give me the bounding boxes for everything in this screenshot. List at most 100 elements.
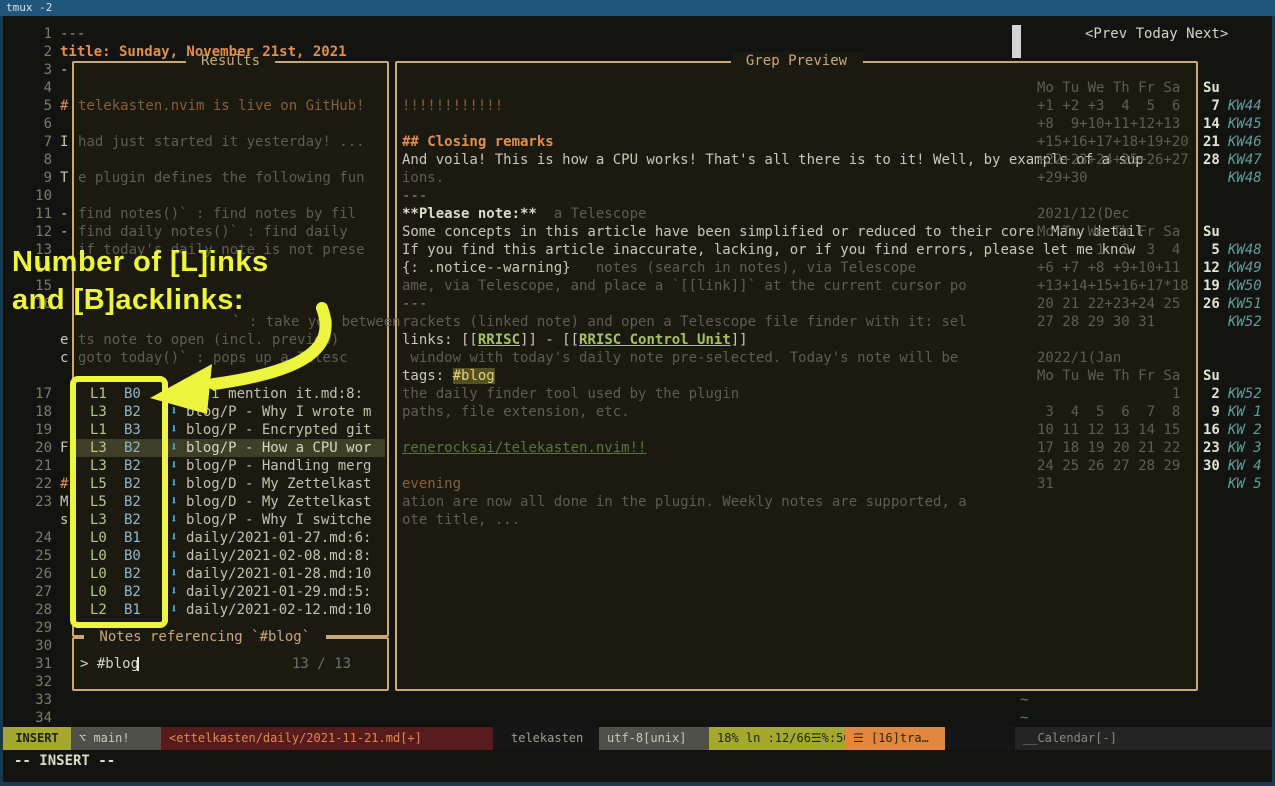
calendar-sunday[interactable]: 9 [1203, 403, 1220, 421]
result-text: blog/D - My Zettelkast [186, 493, 371, 511]
preview-line: paths, file extension, etc. [402, 403, 630, 421]
markdown-icon: ⬇ [170, 529, 178, 547]
empty-line-tilde: ~ [1020, 691, 1028, 709]
preview-line: **Please note:** a Telescope [402, 205, 646, 223]
buffer-margin-char: c [60, 349, 68, 367]
preview-segment: notes (search in notes), via Telescope [571, 260, 917, 276]
calendar-sunday[interactable]: 30 [1203, 457, 1220, 475]
preview-segment: a Telescope [537, 206, 647, 222]
calendar-sunday[interactable]: 16 [1203, 421, 1220, 439]
result-text: blog/P - How a CPU wor [186, 439, 371, 457]
markdown-icon: ⬇ [170, 583, 178, 601]
calendar-days[interactable]: 3 4 5 6 7 8 [1037, 403, 1180, 421]
preview-segment: And voila! This is how a CPU works! That… [402, 152, 1144, 168]
calendar-week-label: KW 3 [1228, 439, 1262, 457]
result-text: do i mention it.md:8: [186, 385, 363, 403]
git-branch-segment: ⌥ main! [71, 727, 161, 750]
line-number: 33 [20, 691, 52, 709]
line-number: 5 [20, 97, 52, 115]
preview-segment: ## Closing remarks [402, 134, 554, 150]
preview-segment: rackets (linked note) and open a Telesco… [402, 314, 967, 330]
calendar-week-label: KW 2 [1228, 421, 1262, 439]
preview-segment: !!!!!!!!!!!! [402, 98, 503, 114]
calendar-week-label: KW 5 [1228, 475, 1262, 493]
line-number: 4 [20, 79, 52, 97]
calendar-days[interactable]: 24 25 26 27 28 29 [1037, 457, 1180, 475]
calendar-window-status: __Calendar[-] [1015, 727, 1272, 750]
prompt-input[interactable]: > #blog [80, 655, 139, 673]
buffer-margin-char: e [60, 331, 68, 349]
calendar-days[interactable]: +29+30 [1037, 169, 1088, 187]
buffer-margin-char: - [60, 223, 68, 241]
calendar-days[interactable]: 20 21 22+23+24 25 [1037, 295, 1180, 313]
preview-line: links: [[RRISC]] - [[RRISC Control Unit]… [402, 331, 748, 349]
calendar-sunday[interactable]: 21 [1203, 133, 1220, 151]
calendar-sunday[interactable]: 5 [1203, 241, 1220, 259]
preview-segment: RRISC Control Unit [579, 332, 731, 348]
calendar-sunday[interactable]: 2 [1203, 385, 1220, 403]
preview-segment: ]] [731, 332, 748, 348]
line-number: 25 [20, 547, 52, 565]
calendar-days[interactable]: +8 9+10+11+12+13 [1037, 115, 1180, 133]
calendar-days[interactable]: +6 +7 +8 +9+10+11 [1037, 259, 1180, 277]
preview-segment: window with today's daily note pre-selec… [402, 350, 958, 366]
preview-segment: links: [[ [402, 332, 478, 348]
preview-segment: the daily finder tool used by the plugin [402, 386, 739, 402]
markdown-icon: ⬇ [170, 547, 178, 565]
line-number: 17 [20, 385, 52, 403]
line-number: 3 [20, 61, 52, 79]
preview-line: ## Closing remarks [402, 133, 554, 151]
match-counter: 13 / 13 [292, 655, 351, 673]
calendar-days[interactable]: 10 11 12 13 14 15 [1037, 421, 1180, 439]
window-separator[interactable] [1012, 25, 1021, 58]
preview-line: ame, via Telescope, and place a `[[link]… [402, 277, 967, 295]
calendar-sunday: Su [1203, 223, 1220, 241]
preview-segment: tags: [402, 368, 453, 384]
calendar-days[interactable]: +1 +2 +3 4 5 6 [1037, 97, 1180, 115]
line-number: 22 [20, 475, 52, 493]
calendar-sunday[interactable]: 7 [1203, 97, 1220, 115]
line-number: 24 [20, 529, 52, 547]
calendar-days[interactable]: +15+16+17+18+19+20 [1037, 133, 1189, 151]
buffer-line-1: --- [60, 25, 85, 43]
line-number: 34 [20, 709, 52, 727]
markdown-icon: ⬇ [170, 457, 178, 475]
calendar-sunday[interactable]: 12 [1203, 259, 1220, 277]
preview-segment: **Please note:** [402, 206, 537, 222]
mode-message: -- INSERT -- [14, 750, 115, 773]
tmux-title: tmux -2 [6, 1, 52, 14]
preview-line: --- [402, 295, 427, 313]
calendar-week-label: KW49 [1228, 259, 1262, 277]
preview-segment: RRISC [478, 332, 520, 348]
line-number: 10 [20, 187, 52, 205]
calendar-sunday[interactable]: 26 [1203, 295, 1220, 313]
calendar-sunday[interactable]: 14 [1203, 115, 1220, 133]
results-bleed-text: ts note to open (incl. preview) [78, 331, 339, 349]
line-number: 20 [20, 439, 52, 457]
calendar-days[interactable]: 27 28 29 30 31 [1037, 313, 1155, 331]
calendar-days[interactable]: 17 18 19 20 21 22 [1037, 439, 1180, 457]
diagnostics-segment-label: ☰ [16]tra… [853, 731, 929, 745]
text-cursor [137, 657, 139, 671]
preview-line: Some concepts in this article have been … [402, 223, 1144, 241]
calendar-nav[interactable]: <Prev Today Next> [1085, 25, 1228, 43]
calendar-sunday[interactable]: 28 [1203, 151, 1220, 169]
result-text: daily/2021-02-12.md:10 [186, 601, 371, 619]
calendar-sunday[interactable]: 19 [1203, 277, 1220, 295]
preview-line: ation are now all done in the plugin. We… [402, 493, 967, 511]
result-text: blog/P - Encrypted git [186, 421, 371, 439]
line-number: 19 [20, 421, 52, 439]
calendar-days[interactable]: 1 [1037, 385, 1180, 403]
calendar-days[interactable]: 31 [1037, 475, 1054, 493]
calendar-week-label: KW52 [1228, 313, 1262, 331]
line-number: 2 [20, 43, 52, 61]
calendar-days[interactable]: +13+14+15+16+17*18 [1037, 277, 1189, 295]
calendar-days[interactable]: 1 2 3 4 [1037, 241, 1180, 259]
preview-segment: #blog [453, 368, 495, 384]
preview-title: Grep Preview [730, 52, 862, 70]
calendar-days[interactable]: +22+23+24+25+26+27 [1037, 151, 1189, 169]
results-bleed-text: goto today()` : pops up a Telesc [78, 349, 348, 367]
results-bleed-text: e plugin defines the following fun [78, 169, 365, 187]
preview-segment: ]] - [[ [520, 332, 579, 348]
calendar-sunday[interactable]: 23 [1203, 439, 1220, 457]
